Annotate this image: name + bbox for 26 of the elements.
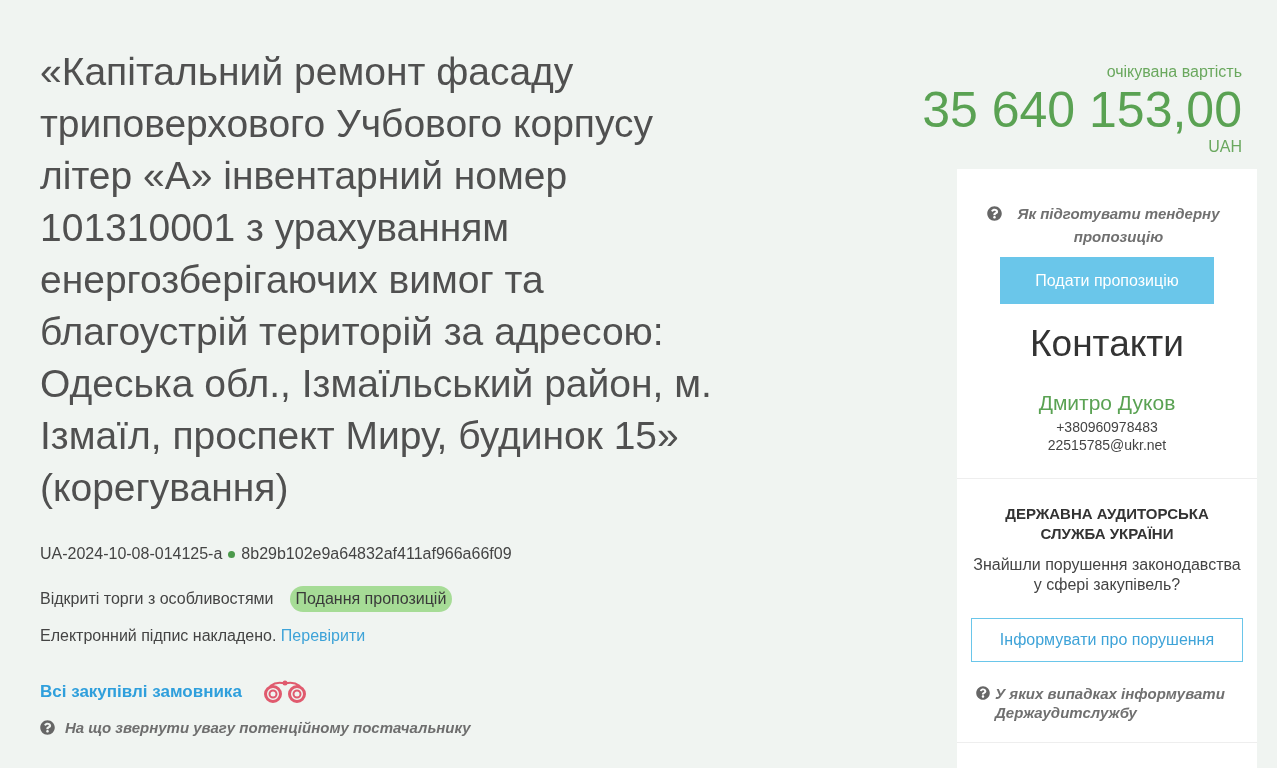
- proposal-help-link[interactable]: Як підготувати тендерну пропозицію: [1010, 202, 1227, 248]
- contacts-heading: Контакти: [1030, 322, 1184, 366]
- supplier-help-link[interactable]: На що звернути увагу потенційному постачальнику: [65, 716, 471, 739]
- tender-hash: 8b29b102e9a64832af411af966a66f09: [241, 544, 512, 564]
- contact-email: 22515785@ukr.net: [1047, 436, 1167, 454]
- tender-id: UA-2024-10-08-014125-a: [40, 544, 223, 564]
- help-icon: [40, 720, 55, 736]
- help-icon: [987, 206, 1002, 221]
- verify-link[interactable]: Перевірити: [280, 627, 366, 644]
- audit-heading: ДЕРЖАВНА АУДИТОРСЬКА СЛУЖБА УКРАЇНИ: [1004, 504, 1210, 544]
- help-icon: [976, 686, 990, 700]
- procedure-type: Відкриті торги з особливостями: [40, 589, 274, 609]
- buyer-tenders-link[interactable]: Всі закупівлі замовника: [40, 679, 242, 705]
- status-badge: Подання пропозицій: [289, 586, 453, 612]
- expected-value-label: очікувана вартість: [1106, 62, 1242, 82]
- expected-value-amount: 35 640 153,00: [922, 82, 1242, 138]
- report-violation-button[interactable]: Інформувати про порушення: [971, 618, 1243, 662]
- audit-help-link[interactable]: У яких випадках інформувати Держаудитслужбу: [995, 684, 1238, 722]
- submit-proposal-button[interactable]: Подати пропозицію: [1000, 257, 1214, 304]
- contact-phone: +380960978483: [1056, 418, 1158, 436]
- contact-name: Дмитро Дуков: [1038, 390, 1176, 416]
- currency-label: UAH: [1208, 138, 1242, 156]
- binoculars-icon[interactable]: [261, 679, 308, 704]
- tender-title: «Капітальний ремонт фасаду триповерхового Учбового корпусу літер «А» інвентарний номер 101310001 з урахуванням енергозберігаючих вимог та благоустрій територій за адресою: Одеська обл., Ізмаїльський район, м. Ізмаїл, проспект Миру, будинок 15» (корегування): [40, 49, 713, 511]
- audit-question: Знайшли порушення законодавства у сфері закупівель?: [972, 555, 1242, 595]
- signature-text: Електронний підпис накладено. Перевірити: [40, 626, 367, 646]
